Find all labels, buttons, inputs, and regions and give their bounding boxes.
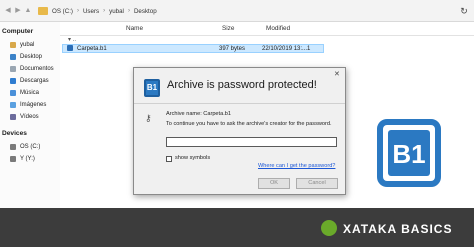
divider	[134, 103, 345, 104]
key-icon: ⚷	[145, 113, 152, 123]
file-list-header: Name Size Modified	[60, 22, 474, 36]
column-name[interactable]: Name	[126, 25, 143, 32]
desktop-icon	[10, 53, 16, 60]
sidebar-item-imagenes[interactable]: Imágenes	[10, 100, 46, 109]
archive-name-label: Archive name: Carpeta.b1	[166, 111, 231, 117]
sidebar-item-label: Documentos	[20, 65, 54, 72]
file-modified: 22/10/2019 13:...1	[262, 46, 311, 52]
sidebar-item-label: Vídeos	[20, 113, 39, 120]
chevron-right-icon: ›	[127, 8, 130, 14]
ok-button[interactable]: OK	[258, 178, 290, 189]
show-symbols-checkbox[interactable]	[166, 156, 172, 162]
close-icon[interactable]: ✕	[334, 70, 340, 78]
password-dialog: ✕ B1 Archive is password protected! ⚷ Ar…	[133, 67, 346, 195]
sidebar-section-devices: Devices	[2, 130, 27, 137]
chevron-right-icon: ›	[103, 8, 106, 14]
download-icon	[10, 77, 16, 84]
back-icon[interactable]: ◀	[4, 7, 12, 15]
breadcrumb-item[interactable]: OS (C:)	[52, 8, 73, 15]
music-icon	[10, 89, 16, 96]
sidebar-item-label: Y (Y:)	[20, 155, 35, 162]
breadcrumb-item[interactable]: yubal	[109, 8, 124, 15]
file-name: Carpeta.b1	[77, 46, 107, 52]
column-size[interactable]: Size	[222, 25, 234, 32]
chevron-right-icon: ›	[76, 8, 79, 14]
sidebar-item-label: yubal	[20, 41, 35, 48]
drive-icon	[10, 155, 16, 162]
show-symbols-label: show symbols	[175, 155, 211, 161]
refresh-icon[interactable]: ↻	[458, 5, 470, 17]
footer-brand: XATAKA BASICS	[343, 222, 453, 236]
b1-logo-text: B1	[392, 139, 425, 169]
sidebar-item-label: Imágenes	[20, 101, 47, 108]
sidebar-item-drive-c[interactable]: OS (C:)	[10, 142, 40, 151]
video-icon	[10, 113, 16, 120]
table-row[interactable]: Carpeta.b1 397 bytes 22/10/2019 13:...1	[62, 44, 324, 53]
file-size: 397 bytes	[219, 46, 246, 52]
sidebar-item-label: Descargas	[20, 77, 49, 84]
address-bar: ◀ ▶ ▲ OS (C:) › Users › yubal › Desktop …	[0, 0, 474, 22]
sidebar-item-musica[interactable]: Música	[10, 88, 39, 97]
breadcrumb-item[interactable]: Desktop	[134, 8, 157, 15]
sidebar-item-videos[interactable]: Vídeos	[10, 112, 39, 121]
sidebar-item-documentos[interactable]: Documentos	[10, 64, 54, 73]
xataka-logo-icon	[321, 220, 337, 236]
sidebar-section-computer: Computer	[2, 28, 34, 35]
instruction-text: To continue you have to ask the archive'…	[166, 121, 332, 127]
column-modified[interactable]: Modified	[266, 25, 290, 32]
sidebar-item-yubal[interactable]: yubal	[10, 40, 34, 49]
sidebar-item-label: OS (C:)	[20, 143, 41, 150]
b1-logo-icon: B1	[144, 79, 160, 97]
sidebar: Computer yubal Desktop Documentos Descar…	[0, 22, 60, 208]
b1-app-logo: B1	[376, 118, 442, 188]
password-help-link[interactable]: Where can I get the password?	[258, 163, 335, 169]
sidebar-item-desktop[interactable]: Desktop	[10, 52, 42, 61]
forward-icon[interactable]: ▶	[14, 7, 22, 15]
folder-icon	[38, 7, 48, 15]
up-icon[interactable]: ▲	[24, 7, 32, 15]
sidebar-item-label: Desktop	[20, 53, 43, 60]
user-folder-icon	[10, 41, 16, 48]
pictures-icon	[10, 101, 16, 108]
sidebar-item-drive-y[interactable]: Y (Y:)	[10, 154, 35, 163]
documents-icon	[10, 65, 16, 72]
password-input[interactable]	[166, 137, 337, 147]
sidebar-item-descargas[interactable]: Descargas	[10, 76, 49, 85]
b1-logo-graphic: B1	[377, 119, 441, 187]
breadcrumb-item[interactable]: Users	[83, 8, 99, 15]
cancel-button[interactable]: Cancel	[296, 178, 338, 189]
dialog-title: Archive is password protected!	[167, 79, 317, 91]
parent-folder-icon[interactable]: ▾ ..	[68, 36, 76, 43]
b1-file-icon	[67, 45, 73, 51]
drive-icon	[10, 143, 16, 150]
sidebar-item-label: Música	[20, 89, 40, 96]
breadcrumb[interactable]: OS (C:) › Users › yubal › Desktop	[52, 6, 157, 16]
